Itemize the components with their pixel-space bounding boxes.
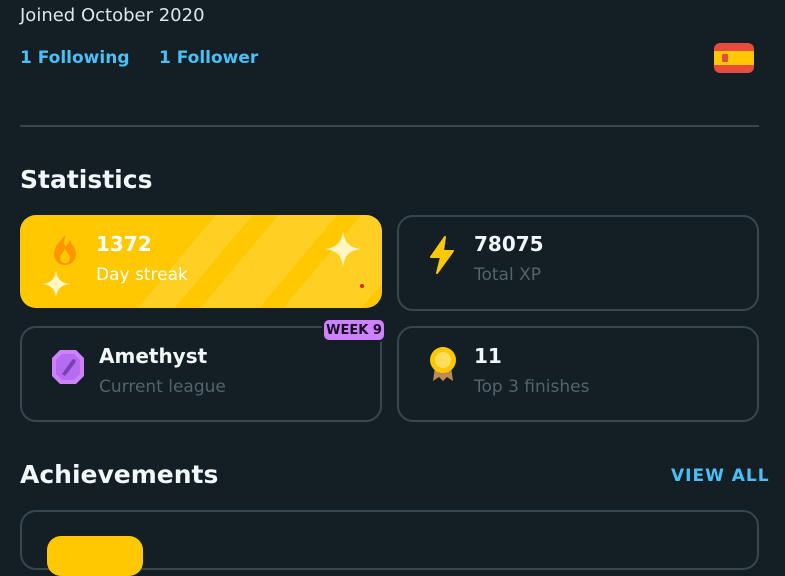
sparkle-icon bbox=[42, 270, 70, 302]
xp-value: 78075 bbox=[474, 232, 544, 256]
top3-value: 11 bbox=[474, 344, 502, 368]
divider bbox=[20, 125, 759, 127]
view-all-link[interactable]: VIEW ALL bbox=[671, 466, 770, 486]
achievement-card[interactable] bbox=[20, 510, 759, 576]
streak-card[interactable]: 1372 Day streak bbox=[20, 215, 382, 308]
xp-label: Total XP bbox=[474, 265, 542, 285]
streak-label: Day streak bbox=[96, 265, 188, 285]
week-badge: WEEK 9 bbox=[322, 318, 386, 342]
achievement-badge-icon bbox=[47, 536, 143, 576]
statistics-title: Statistics bbox=[20, 165, 153, 194]
top3-card[interactable]: 11 Top 3 finishes bbox=[397, 326, 759, 422]
medal-icon bbox=[427, 345, 459, 387]
achievements-title: Achievements bbox=[20, 460, 219, 489]
league-value: Amethyst bbox=[99, 344, 208, 368]
flame-icon bbox=[48, 233, 82, 271]
streak-value: 1372 bbox=[96, 232, 152, 256]
sparkle-icon bbox=[325, 231, 361, 271]
top3-label: Top 3 finishes bbox=[474, 377, 590, 397]
league-label: Current league bbox=[99, 377, 226, 397]
lightning-icon bbox=[425, 235, 459, 279]
followers-link[interactable]: 1 Follower bbox=[159, 48, 258, 68]
xp-card[interactable]: 78075 Total XP bbox=[397, 215, 759, 311]
amethyst-league-icon bbox=[50, 348, 86, 390]
spain-flag-icon[interactable] bbox=[714, 43, 754, 73]
joined-date: Joined October 2020 bbox=[20, 5, 205, 26]
following-link[interactable]: 1 Following bbox=[20, 48, 130, 68]
notification-dot bbox=[360, 284, 364, 288]
